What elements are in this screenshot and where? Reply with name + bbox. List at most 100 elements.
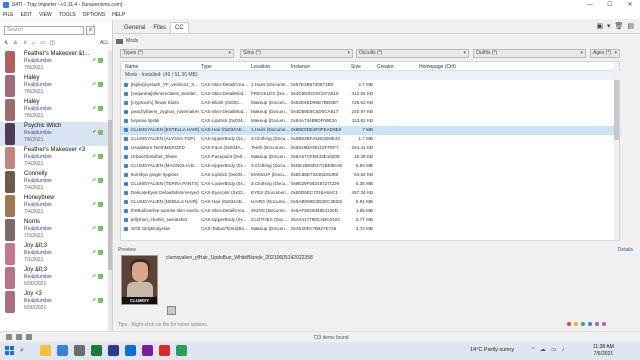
color-dot[interactable]: [581, 322, 585, 326]
sim-list-item[interactable]: Joy <3 Realplumbie 6/30/2021 ✔: [0, 290, 112, 314]
color-dot[interactable]: [567, 322, 571, 326]
scroll-thumb[interactable]: [108, 120, 112, 270]
menu-view[interactable]: VIEW: [39, 12, 52, 18]
col-creator[interactable]: Creator: [377, 64, 394, 70]
taskbar-app-icon[interactable]: [91, 345, 102, 356]
color-dot[interactable]: [595, 322, 599, 326]
lot-icon[interactable]: ⌂: [32, 40, 35, 46]
delete-icon[interactable]: 🗑: [614, 22, 623, 30]
minimize-button[interactable]: —: [580, 0, 600, 10]
outfits-dropdown[interactable]: Outfits (*): [473, 49, 586, 58]
menu-help[interactable]: HELP: [112, 12, 125, 18]
single-sim-icon[interactable]: ♙: [13, 40, 17, 46]
table-row[interactable]: [cryptocim] flower blush CAS-Blush (0x034…: [121, 99, 621, 108]
col-instance[interactable]: Instance: [291, 64, 310, 70]
taskbar-search-icon[interactable]: ⌕: [20, 347, 24, 355]
sim-list-item[interactable]: Connelly Realplumbie 7/4/2021 ✔: [0, 170, 112, 194]
sim-list-item[interactable]: Honeybrew Realplumbie 7/4/2021 ✔: [0, 194, 112, 218]
sim-list-item[interactable]: Joy &lt;3 Realplumbie 7/1/2021 ✔: [0, 242, 112, 266]
row-checkbox[interactable]: [124, 164, 128, 168]
menu-edit[interactable]: EDIT: [21, 12, 32, 18]
row-checkbox[interactable]: [124, 137, 128, 141]
sim-list-scrollbar[interactable]: [108, 50, 112, 345]
row-checkbox[interactable]: [124, 209, 128, 213]
table-row[interactable]: DelicateEyes Defaultshimmeryed... CAS-Eye…: [121, 189, 621, 198]
row-checkbox[interactable]: [124, 191, 128, 195]
table-row[interactable]: CLUMSYALIEN [ESTELLA HAIR] CAS-Hair (0x03…: [121, 126, 621, 135]
row-checkbox[interactable]: [124, 101, 128, 105]
color-dot[interactable]: [574, 322, 578, 326]
chevron-down-icon[interactable]: ▾: [607, 22, 611, 30]
row-checkbox[interactable]: [124, 200, 128, 204]
search-icon[interactable]: ⌕: [86, 26, 95, 35]
menu-options[interactable]: OPTIONS: [83, 12, 106, 18]
col-location[interactable]: Location: [251, 64, 270, 70]
table-row[interactable]: jellymoo_charlie_sweatshirt CAS-UpperBody…: [121, 216, 621, 225]
color-dot[interactable]: [602, 322, 606, 326]
windows-start-icon[interactable]: [5, 346, 14, 355]
scroll-thumb[interactable]: [614, 80, 619, 140]
row-checkbox[interactable]: [124, 83, 128, 87]
col-size[interactable]: Size: [351, 64, 361, 70]
sim-list-item[interactable]: Haley Realplumbie 7/8/2021 ✔: [0, 74, 112, 98]
row-checkbox[interactable]: [124, 92, 128, 96]
clock[interactable]: 11:38 AM 7/6/2021: [593, 344, 614, 358]
save-icon[interactable]: ▣: [596, 22, 603, 30]
tab-cc[interactable]: CC: [170, 22, 189, 33]
table-row[interactable]: UsuaMore TeethMERGED CAS-Face (0x034A... T…: [121, 144, 621, 153]
details-link[interactable]: Details: [618, 247, 633, 253]
maximize-button[interactable]: ☐: [600, 0, 620, 10]
group-header[interactable]: Mods - Installed: (49 / 51.36 MB): [121, 71, 621, 80]
occults-dropdown[interactable]: Occults (*): [356, 49, 469, 58]
table-row[interactable]: CLUMSYALIEN [TERRA PANTS] CAS-LowerBody (…: [121, 180, 621, 189]
weather-widget[interactable]: 14°C Partly sunny: [470, 347, 514, 353]
table-row[interactable]: [veqantrai]shinemolded_skindet... CAS-Ski…: [121, 90, 621, 99]
close-button[interactable]: ✕: [620, 0, 640, 10]
taskbar-app-icon[interactable]: [142, 345, 153, 356]
row-checkbox[interactable]: [124, 146, 128, 150]
sims-dropdown[interactable]: Sims (*): [240, 49, 353, 58]
color-dot[interactable]: [588, 322, 592, 326]
taskbar-app-icon[interactable]: [176, 345, 187, 356]
info-icon[interactable]: [26, 334, 32, 340]
row-checkbox[interactable]: [124, 227, 128, 231]
filter-all[interactable]: ALL: [100, 40, 109, 46]
table-row[interactable]: SCB GirlyBodyHair CAS-Tattoo/Torso(Bo... M…: [121, 225, 621, 234]
tab-general[interactable]: General: [120, 23, 149, 33]
taskbar-app-icon[interactable]: [74, 345, 85, 356]
cc-filter-icon[interactable]: ◫: [50, 40, 55, 46]
taskbar-app-icon[interactable]: [57, 345, 68, 356]
taskbar-app-icon[interactable]: [159, 345, 170, 356]
row-checkbox[interactable]: [124, 218, 128, 222]
table-row[interactable]: peachyfaerie_zygnus_rosemakes CAS-Skin-De…: [121, 108, 621, 117]
household-icon[interactable]: ♗: [23, 40, 27, 46]
col-homepage[interactable]: Homepage (Ctrl): [419, 64, 456, 70]
sim-list-item[interactable]: Norris Realplumbie 7/3/2021 ✔: [0, 218, 112, 242]
row-checkbox[interactable]: [124, 119, 128, 123]
col-type[interactable]: Type: [201, 64, 212, 70]
color-swatch[interactable]: [167, 306, 176, 315]
col-name[interactable]: Name: [125, 64, 138, 70]
system-tray[interactable]: ^ ☁ ▭ ♪: [532, 347, 567, 353]
table-row[interactable]: CLUMSYALIEN [NEBULA HAIR] CAS-Hair (0x034…: [121, 198, 621, 207]
sim-list-item[interactable]: Feather's Makeover <3 Realplumbie 7/4/2021…: [0, 146, 112, 170]
table-row[interactable]: kumikya ginger lipgloss CAS-Lipstick (0x0…: [121, 171, 621, 180]
row-checkbox[interactable]: [124, 155, 128, 159]
table-row[interactable]: [Kijiko]eyelash_YF_version2_S... CAS-Skin…: [121, 81, 621, 90]
sim-list-item[interactable]: Haley Realplumbie 7/8/2021 ✔: [0, 98, 112, 122]
taskbar-app-icon[interactable]: [125, 345, 136, 356]
room-icon[interactable]: ▭: [40, 40, 45, 46]
table-row[interactable]: CLUMSYALIEN [ALYSSA TOP] CAS-UpperBody (0…: [121, 135, 621, 144]
row-checkbox[interactable]: [124, 173, 128, 177]
tab-files[interactable]: Files: [149, 23, 170, 33]
row-checkbox[interactable]: [124, 182, 128, 186]
menu-file[interactable]: FILE: [3, 12, 14, 18]
search-input[interactable]: Search: [4, 26, 84, 35]
settings-icon[interactable]: [6, 334, 12, 340]
sim-list-item[interactable]: Feather's Makeover &t... Realplumbie 7/8/2…: [0, 50, 112, 74]
taskbar-app-icon[interactable]: [40, 345, 51, 356]
row-checkbox[interactable]: [124, 110, 128, 114]
types-dropdown[interactable]: Types (*): [120, 49, 234, 58]
ages-dropdown[interactable]: Ages (*): [590, 49, 620, 58]
table-row[interactable]: UrbanGlossifier_Shine CAS-Facepaint (0x0.…: [121, 153, 621, 162]
